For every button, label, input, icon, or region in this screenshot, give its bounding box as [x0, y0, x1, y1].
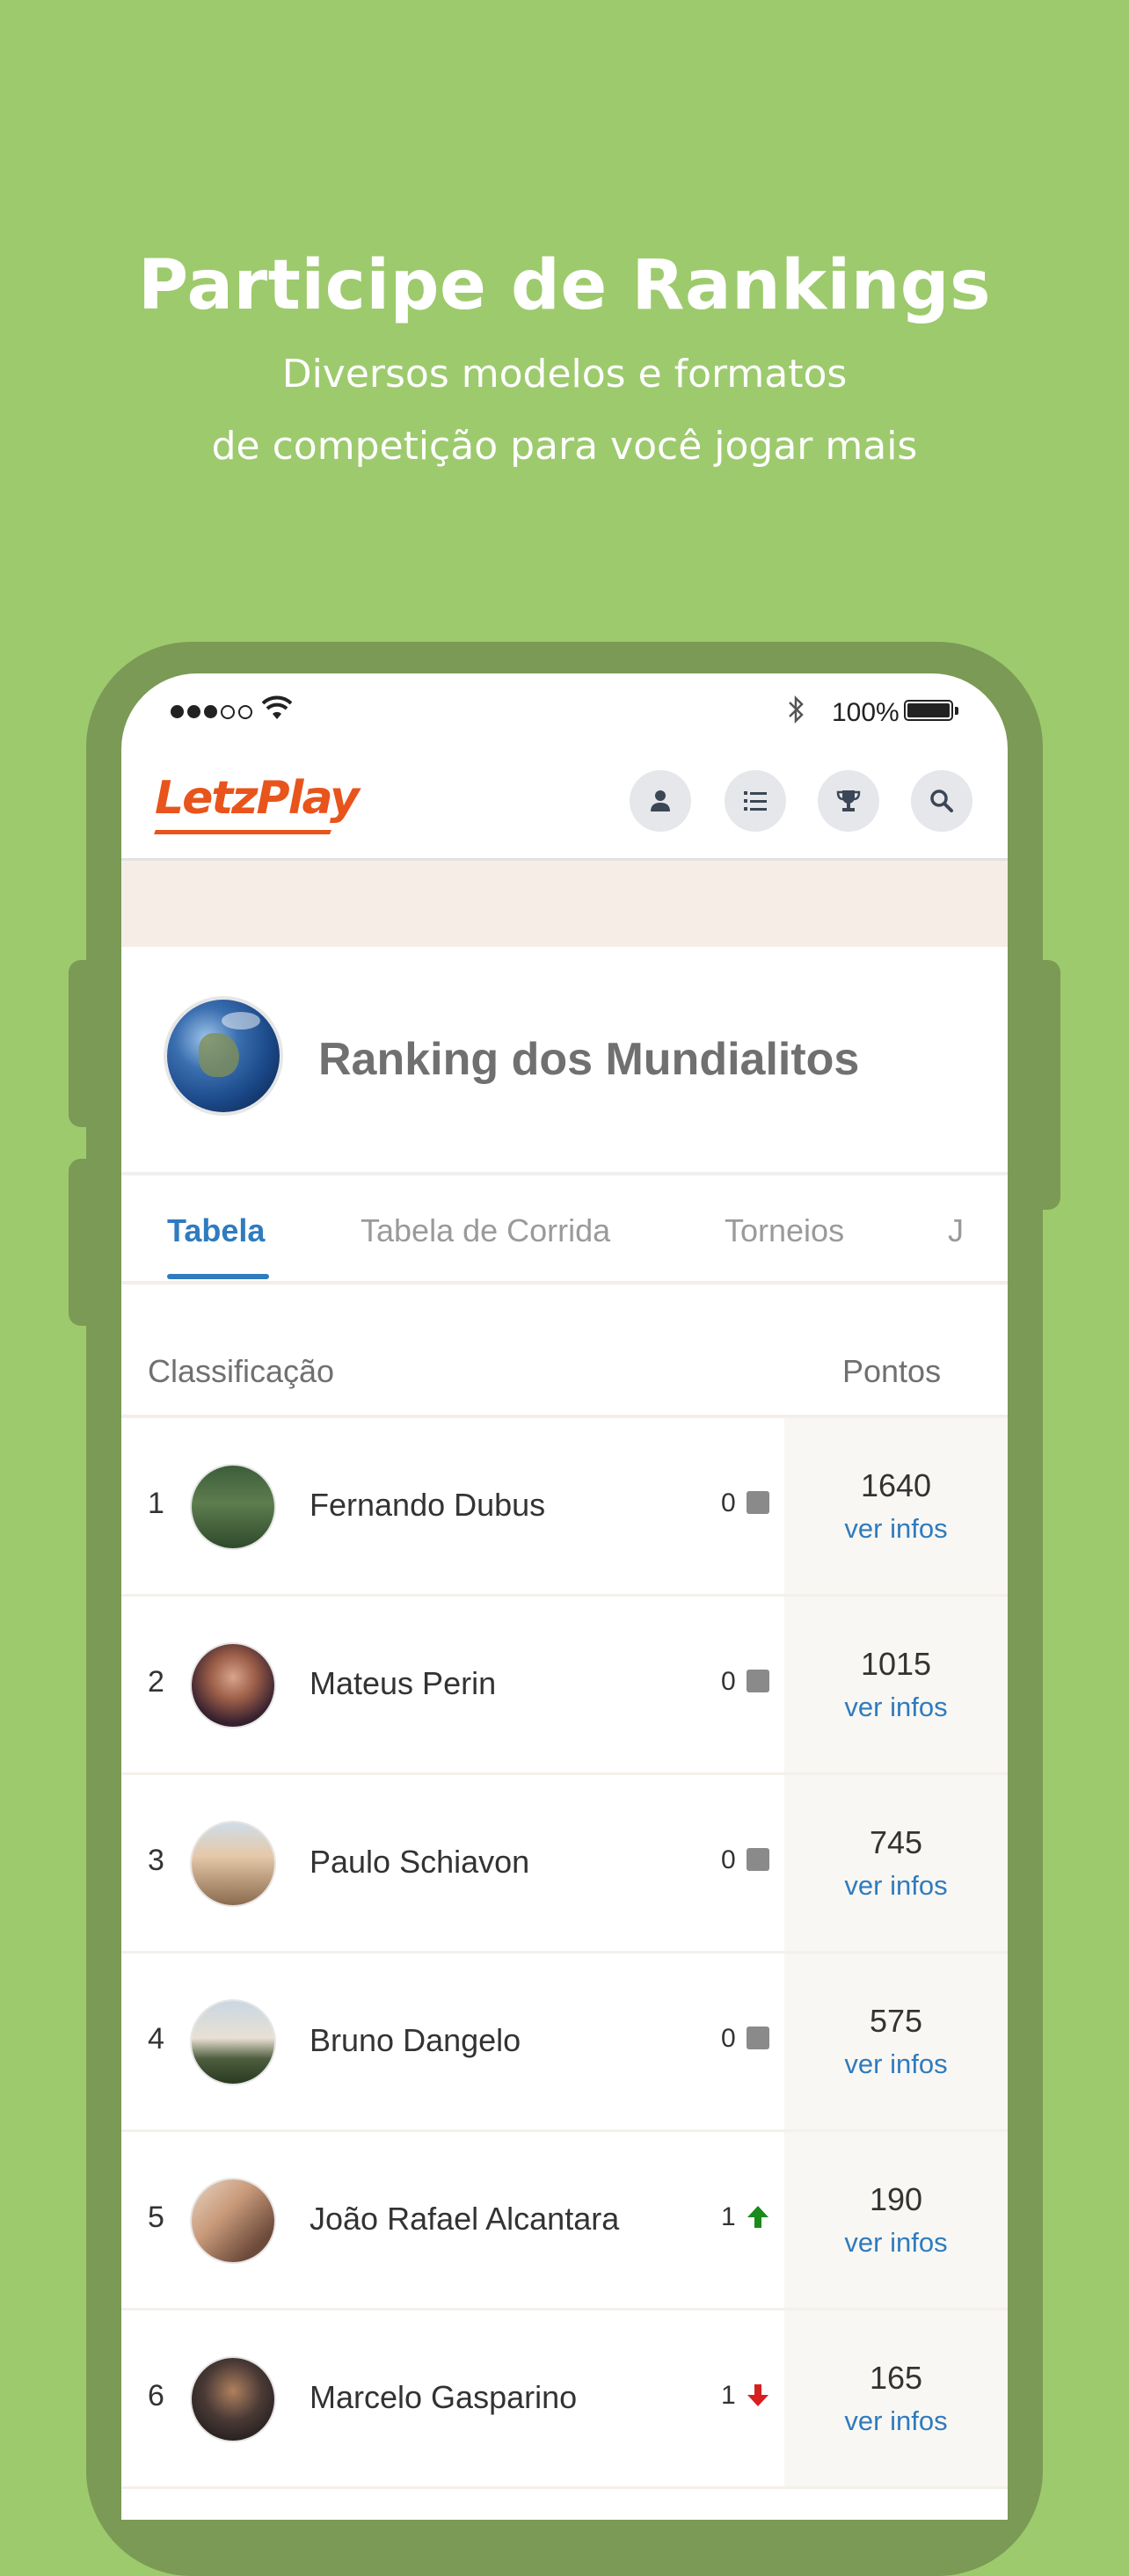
ver-infos-link[interactable]: ver infos	[784, 2048, 1008, 2080]
avatar	[192, 2001, 274, 2084]
points-value: 165	[869, 2360, 923, 2396]
tab-truncated[interactable]: J	[948, 1212, 964, 1249]
table-row[interactable]: 3 Paulo Schiavon 0 745 ver infos	[121, 1775, 1008, 1954]
position-change: 0	[721, 1488, 736, 1517]
tab-tabela-de-corrida[interactable]: Tabela de Corrida	[361, 1212, 610, 1249]
rank-position: 5	[148, 2201, 164, 2234]
points-value: 745	[869, 1824, 923, 1860]
list-icon	[744, 791, 767, 811]
tab-tabela[interactable]: Tabela	[167, 1212, 265, 1249]
search-button[interactable]	[911, 770, 972, 832]
player-name[interactable]: Mateus Perin	[310, 1665, 496, 1702]
position-change: 1	[721, 2202, 736, 2231]
app-bar: LetzPlay	[121, 753, 1008, 861]
ver-infos-link[interactable]: ver infos	[784, 2405, 1008, 2437]
player-name[interactable]: Marcelo Gasparino	[310, 2379, 577, 2416]
position-change: 0	[721, 2024, 736, 2053]
points-value: 190	[869, 2181, 923, 2217]
bluetooth-icon	[789, 695, 804, 724]
avatar	[192, 2358, 274, 2441]
table-row[interactable]: 4 Bruno Dangelo 0 575 ver infos	[121, 1954, 1008, 2132]
rank-position: 3	[148, 1844, 164, 1877]
arrow-up-icon	[747, 2206, 768, 2228]
trophy-button[interactable]	[818, 770, 879, 832]
points-value: 1015	[860, 1646, 932, 1682]
player-name[interactable]: João Rafael Alcantara	[310, 2201, 619, 2238]
ranking-title: Ranking dos Mundialitos	[318, 1034, 860, 1085]
battery-percent: 100%	[832, 698, 900, 727]
no-change-icon	[747, 1848, 769, 1871]
ranking-header: Ranking dos Mundialitos	[121, 947, 1008, 1175]
points-value: 1640	[860, 1467, 932, 1503]
arrow-down-icon	[747, 2384, 768, 2406]
table-row[interactable]: 1 Fernando Dubus 0 1640 ver infos	[121, 1418, 1008, 1597]
avatar	[192, 1466, 274, 1548]
logo-underline	[154, 830, 331, 834]
promo-subline-1: Diversos modelos e formatos	[281, 352, 848, 397]
promo-subline-2: de competição para você jogar mais	[211, 424, 918, 469]
table-row[interactable]: 2 Mateus Perin 0 1015 ver infos	[121, 1597, 1008, 1775]
phone-screen: 100% LetzPlay Ranking dos Mundialitos Ta…	[121, 673, 1008, 2520]
profile-button[interactable]	[630, 770, 691, 832]
search-icon	[930, 790, 953, 812]
signal-strength-icon	[171, 705, 252, 719]
avatar	[192, 2179, 274, 2262]
trophy-icon	[836, 790, 861, 811]
player-name[interactable]: Paulo Schiavon	[310, 1844, 529, 1881]
position-change: 0	[721, 1845, 736, 1874]
avatar	[192, 1644, 274, 1727]
points-value: 575	[869, 2003, 923, 2039]
table-row[interactable]: 6 Marcelo Gasparino 1 165 ver infos	[121, 2310, 1008, 2489]
rankings-list-button[interactable]	[725, 770, 786, 832]
promo-headline: Participe de Rankings	[137, 246, 992, 325]
ver-infos-link[interactable]: ver infos	[784, 1692, 1008, 1723]
position-change: 1	[721, 2381, 736, 2410]
user-icon	[651, 790, 670, 811]
ver-infos-link[interactable]: ver infos	[784, 1513, 1008, 1545]
banner-strip	[121, 861, 1008, 947]
table-header: Classificação Pontos	[121, 1281, 1008, 1418]
ver-infos-link[interactable]: ver infos	[784, 2227, 1008, 2259]
no-change-icon	[747, 2027, 769, 2049]
status-bar: 100%	[121, 673, 1008, 753]
player-name[interactable]: Fernando Dubus	[310, 1487, 545, 1524]
rank-position: 4	[148, 2022, 164, 2056]
rank-position: 1	[148, 1487, 164, 1520]
wifi-icon	[262, 695, 292, 719]
battery-icon	[904, 700, 953, 721]
app-logo[interactable]: LetzPlay	[155, 772, 360, 825]
position-change: 0	[721, 1667, 736, 1696]
rank-position: 6	[148, 2379, 164, 2412]
column-header-points: Pontos	[842, 1353, 942, 1389]
ver-infos-link[interactable]: ver infos	[784, 1870, 1008, 1902]
table-row[interactable]: 5 João Rafael Alcantara 1 190 ver infos	[121, 2132, 1008, 2310]
avatar	[192, 1823, 274, 1905]
ranking-table: 1 Fernando Dubus 0 1640 ver infos 2 Mate…	[121, 1418, 1008, 2489]
active-tab-indicator	[167, 1274, 269, 1279]
column-header-classification: Classificação	[148, 1353, 335, 1389]
no-change-icon	[747, 1670, 769, 1692]
tab-torneios[interactable]: Torneios	[725, 1212, 844, 1249]
player-name[interactable]: Bruno Dangelo	[310, 2022, 521, 2059]
rank-position: 2	[148, 1665, 164, 1699]
tab-bar: Tabela Tabela de Corrida Torneios J	[121, 1172, 1008, 1284]
ranking-avatar	[167, 1000, 280, 1112]
no-change-icon	[747, 1491, 769, 1514]
